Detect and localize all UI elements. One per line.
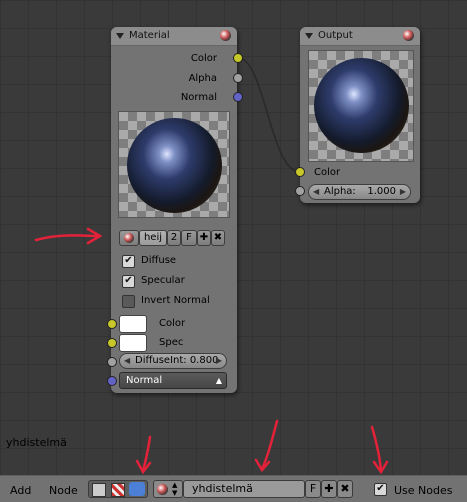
annotation-arrow-left [34,234,101,242]
annotation-arrows [34,227,389,475]
